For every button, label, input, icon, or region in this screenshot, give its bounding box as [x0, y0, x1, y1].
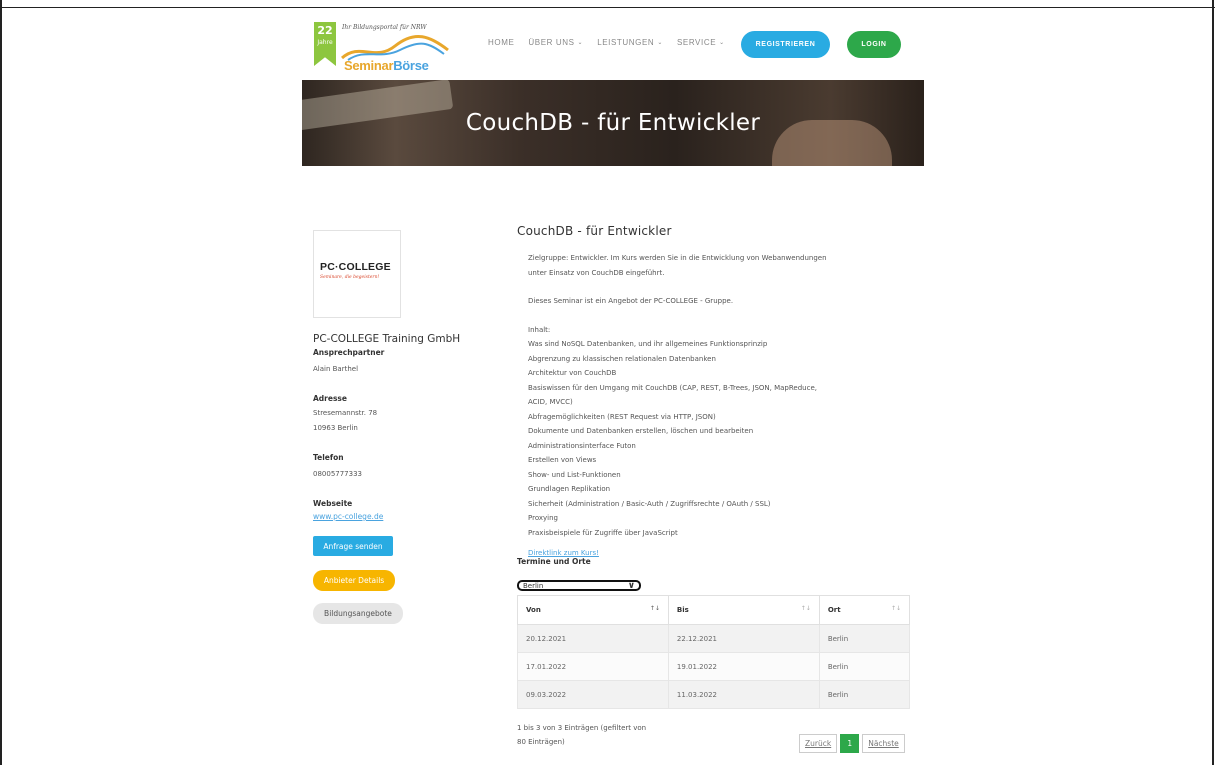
- content-item: Dokumente und Datenbanken erstellen, lös…: [528, 427, 754, 435]
- nav-leistungen[interactable]: LEISTUNGEN ⌄: [597, 38, 663, 47]
- content-item: Basiswissen für den Umgang mit CouchDB (…: [528, 383, 817, 392]
- location-select[interactable]: Berlin ∨: [517, 580, 641, 591]
- browser-frame-left: [0, 0, 2, 765]
- content-item: Was sind NoSQL Datenbanken, und ihr allg…: [528, 340, 768, 348]
- chevron-down-icon: ⌄: [657, 40, 663, 46]
- table-row: 20.12.2021 22.12.2021 Berlin: [517, 624, 911, 653]
- badge-number: 22: [317, 24, 333, 37]
- column-header-bis[interactable]: Bis ↑↓: [667, 595, 820, 625]
- content-item: Praxisbeispiele für Zugriffe über JavaSc…: [528, 528, 678, 537]
- sort-icon: ↑↓: [800, 605, 811, 612]
- education-offers-button[interactable]: Bildungsangebote: [313, 603, 403, 624]
- address-line-2: 10963 Berlin: [313, 424, 358, 432]
- logo-wordmark: SeminarBörse: [344, 58, 429, 73]
- content-item: Erstellen von Views: [528, 456, 597, 464]
- provider-logo-tagline: Seminare, die begeistern!: [320, 275, 380, 280]
- target-group-text: Zielgruppe: Entwickler. Im Kurs werden S…: [528, 254, 827, 262]
- send-request-button[interactable]: Anfrage senden: [313, 536, 393, 556]
- site-header: 22 Jahre Ihr Bildungsportal für NRW Semi…: [302, 8, 924, 80]
- column-header-ort[interactable]: Ort ↑↓: [818, 595, 911, 625]
- nav-ueber-uns[interactable]: ÜBER UNS ⌄: [528, 38, 583, 47]
- address-line-1: Stresemannstr. 78: [313, 409, 378, 417]
- contact-label: Ansprechpartner: [313, 348, 385, 357]
- register-button[interactable]: REGISTRIEREN: [741, 31, 830, 58]
- course-description: Zielgruppe: Entwickler. Im Kurs werden S…: [528, 251, 917, 540]
- phone-label: Telefon: [313, 453, 344, 462]
- course-title: CouchDB - für Entwickler: [517, 224, 672, 238]
- content-item: Abgrenzung zu klassischen relationalen D…: [528, 354, 716, 363]
- cell-von: 09.03.2022: [517, 680, 669, 709]
- nav-service[interactable]: SERVICE ⌄: [677, 38, 725, 47]
- content-item: Show- und List-Funktionen: [528, 470, 621, 479]
- browser-frame-right: [1212, 0, 1214, 765]
- browser-frame-top: [0, 0, 1215, 8]
- course-main: CouchDB - für Entwickler Zielgruppe: Ent…: [517, 224, 917, 753]
- cell-bis: 19.01.2022: [667, 652, 820, 681]
- location-select-value: Berlin: [523, 581, 544, 590]
- column-header-von[interactable]: Von ↑↓: [517, 595, 669, 625]
- content-item: Proxying: [528, 514, 558, 522]
- sort-icon: ↑↓: [890, 605, 901, 612]
- table-row: 09.03.2022 11.03.2022 Berlin: [517, 680, 911, 709]
- table-info-line: 1 bis 3 von 3 Einträgen (gefiltert von: [517, 724, 647, 732]
- login-button[interactable]: LOGIN: [847, 31, 901, 58]
- anniversary-badge: 22 Jahre: [314, 22, 336, 66]
- table-row: 17.01.2022 19.01.2022 Berlin: [517, 652, 911, 681]
- provider-name: PC-COLLEGE Training GmbH: [313, 333, 461, 345]
- cell-bis: 22.12.2021: [667, 624, 820, 653]
- provider-details-button[interactable]: Anbieter Details: [313, 570, 395, 591]
- sort-asc-icon: ↑↓: [649, 605, 660, 612]
- table-info-line: 80 Einträgen): [517, 738, 565, 746]
- website-label: Webseite: [313, 499, 353, 508]
- table-header-row: Von ↑↓ Bis ↑↓ Ort ↑↓: [517, 595, 911, 625]
- address-label: Adresse: [313, 394, 347, 403]
- hero-title: CouchDB - für Entwickler: [465, 110, 761, 136]
- cell-von: 20.12.2021: [517, 624, 669, 653]
- badge-word: Jahre: [317, 39, 333, 46]
- provider-sidebar: PC·COLLEGE Seminare, die begeistern! PC-…: [313, 230, 503, 624]
- next-page-button[interactable]: Nächste: [862, 734, 905, 753]
- website-link[interactable]: www.pc-college.de: [313, 512, 503, 521]
- nav-home[interactable]: HOME: [488, 38, 514, 47]
- content-item: Grundlagen Replikation: [528, 485, 611, 493]
- prev-page-button[interactable]: Zurück: [799, 734, 838, 753]
- provider-logo-text: PC·COLLEGE: [320, 261, 391, 273]
- phone-value: 08005777333: [313, 470, 362, 478]
- content-label: Inhalt:: [528, 325, 551, 334]
- direct-course-link[interactable]: Direktlink zum Kurs!: [528, 549, 917, 557]
- contact-value: Alain Barthel: [313, 365, 359, 373]
- chevron-down-icon: ⌄: [577, 40, 584, 46]
- chevron-down-icon: ∨: [627, 580, 635, 591]
- dates-table: Von ↑↓ Bis ↑↓ Ort ↑↓ 20.12.2021 22.12.2021 …: [517, 595, 911, 709]
- cell-von: 17.01.2022: [517, 652, 669, 681]
- pagination: Zurück 1 Nächste: [799, 734, 905, 753]
- offer-text: Dieses Seminar ist ein Angebot der PC-CO…: [528, 297, 734, 305]
- content-item: Sicherheit (Administration / Basic-Auth …: [528, 499, 771, 508]
- hero-banner: CouchDB - für Entwickler: [302, 80, 924, 166]
- content-item: Abfragemöglichkeiten (REST Request via H…: [528, 412, 716, 421]
- dates-heading: Termine und Orte: [517, 557, 591, 566]
- content-item: ACID, MVCC): [528, 398, 573, 406]
- cell-ort: Berlin: [818, 624, 911, 653]
- site-logo[interactable]: 22 Jahre Ihr Bildungsportal für NRW Semi…: [314, 22, 454, 73]
- provider-logo[interactable]: PC·COLLEGE Seminare, die begeistern!: [313, 230, 401, 318]
- target-group-text: unter Einsatz von CouchDB eingeführt.: [528, 268, 665, 277]
- cell-ort: Berlin: [818, 652, 911, 681]
- main-nav: HOME ÜBER UNS ⌄ LEISTUNGEN ⌄ SERVICE ⌄: [488, 38, 739, 47]
- table-info: 1 bis 3 von 3 Einträgen (gefiltert von 8…: [517, 721, 687, 749]
- cell-bis: 11.03.2022: [667, 680, 820, 709]
- page-1-button[interactable]: 1: [840, 734, 860, 753]
- logo-tagline: Ihr Bildungsportal für NRW: [342, 24, 427, 31]
- cell-ort: Berlin: [818, 680, 911, 709]
- content-item: Architektur von CouchDB: [528, 369, 617, 377]
- content-item: Administrationsinterface Futon: [528, 441, 636, 450]
- chevron-down-icon: ⌄: [719, 40, 725, 46]
